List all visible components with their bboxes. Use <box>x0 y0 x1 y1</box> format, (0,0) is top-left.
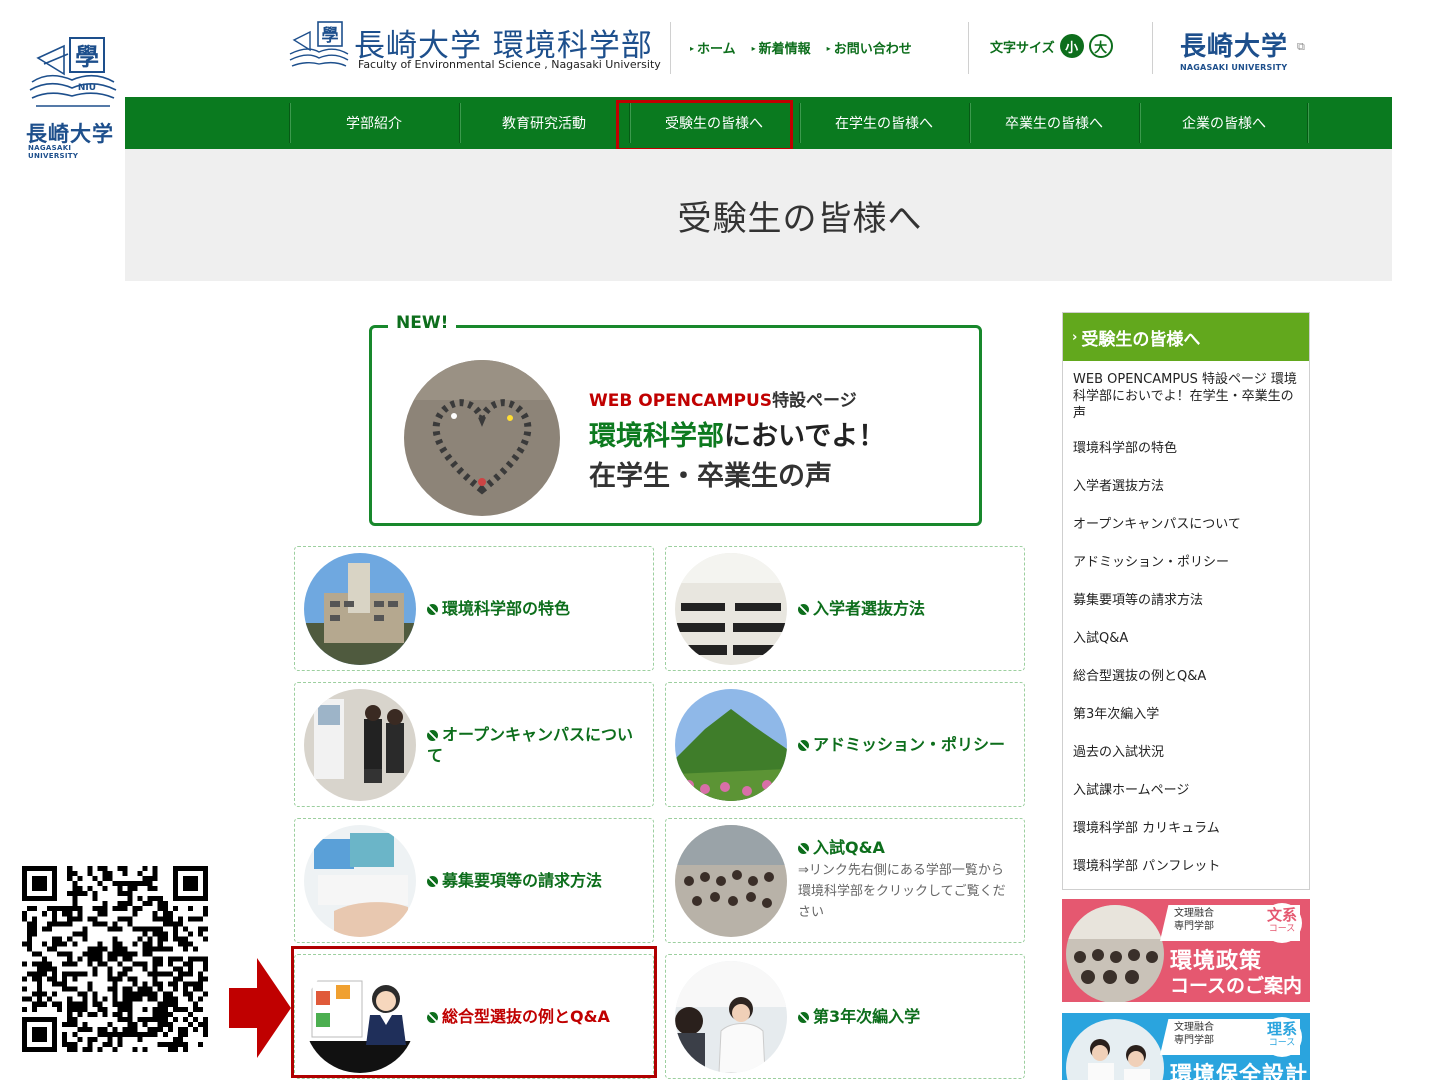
card-label: アドミッション・ポリシー <box>798 734 1005 755</box>
sidebar-item-pamphlet[interactable]: 環境科学部 パンフレット <box>1073 858 1299 875</box>
nagasaki-university-logo[interactable]: 學 NIU 長崎大学 NAGASAKI UNIVERSITY <box>24 34 120 160</box>
card-label: 第3年次編入学 <box>798 1006 920 1027</box>
contact-link[interactable]: お問い合わせ <box>827 38 912 57</box>
sidebar-item-application-request[interactable]: 募集要項等の請求方法 <box>1073 592 1299 609</box>
course-badge: 理系 コース <box>1262 1017 1302 1057</box>
students-heart-photo <box>404 360 560 516</box>
nav-item-companies[interactable]: 企業の皆様へ <box>1139 97 1309 149</box>
card-third-year-transfer[interactable]: 第3年次編入学 <box>665 954 1025 1079</box>
sidebar-item-admissions-office[interactable]: 入試課ホームページ <box>1073 782 1299 799</box>
lecture-hall-photo <box>1066 905 1164 1002</box>
card-admission-policy[interactable]: アドミッション・ポリシー <box>665 682 1025 807</box>
top-links: ホーム 新着情報 お問い合わせ <box>690 38 912 57</box>
card-note: ⇒リンク先右側にある学部一覧から環境科学部をクリックしてご覧ください <box>798 863 1006 920</box>
sidebar-item-open-campus[interactable]: オープンキャンパスについて <box>1073 516 1299 533</box>
nav-divider <box>1307 103 1309 143</box>
open-campus-photo <box>304 689 416 801</box>
card-label: 募集要項等の請求方法 <box>427 870 602 891</box>
researchers-photo <box>1066 1019 1164 1080</box>
font-size-control: 文字サイズ 小 大 <box>990 34 1113 58</box>
font-size-small-button[interactable]: 小 <box>1059 34 1084 58</box>
card-admission-methods[interactable]: 入学者選抜方法 <box>665 546 1025 671</box>
brochure-photo <box>304 825 416 937</box>
new-tag: NEW! <box>388 313 457 333</box>
header-divider <box>968 22 969 74</box>
promo-subtitle: 文理融合 専門学部 <box>1174 1022 1214 1046</box>
university-site-link[interactable]: 長崎大学 NAGASAKI UNIVERSITY ⧉ <box>1180 26 1320 72</box>
card-label: オープンキャンパスについて <box>427 724 645 766</box>
nav-item-research[interactable]: 教育研究活動 <box>459 97 629 149</box>
font-size-label: 文字サイズ <box>990 40 1055 56</box>
sidebar-item-comprehensive-selection[interactable]: 総合型選抜の例とQ&A <box>1073 668 1299 685</box>
card-features[interactable]: 環境科学部の特色 <box>294 546 654 671</box>
svg-text:學: 學 <box>322 26 339 46</box>
promo-subtitle: 文理融合 専門学部 <box>1174 908 1214 932</box>
sidebar-menu: 受験生の皆様へ WEB OPENCAMPUS 特設ページ 環境科学部においでよ！… <box>1062 312 1310 890</box>
environmental-conservation-course-banner[interactable]: 文理融合 専門学部 理系 コース 環境保全設計 <box>1062 1013 1310 1080</box>
news-link[interactable]: 新着情報 <box>752 38 811 57</box>
course-badge: 文系 コース <box>1262 903 1302 943</box>
sidebar-item-exam-qa[interactable]: 入試Q&A <box>1073 630 1299 647</box>
card-highlight-box <box>291 946 657 1078</box>
building-photo <box>304 553 416 665</box>
svg-text:NIU: NIU <box>78 83 96 93</box>
sidebar-item-web-opencampus[interactable]: WEB OPENCAMPUS 特設ページ 環境科学部においでよ！在学生・卒業生の… <box>1073 371 1299 422</box>
nav-highlight-box <box>616 100 793 151</box>
svg-text:學: 學 <box>75 42 99 71</box>
header-divider <box>670 22 671 74</box>
card-exam-qa[interactable]: 入試Q&A ⇒リンク先右側にある学部一覧から環境科学部をクリックしてご覧ください <box>665 818 1025 943</box>
qr-code-icon <box>22 866 208 1052</box>
qr-code <box>22 866 208 1052</box>
card-open-campus[interactable]: オープンキャンパスについて <box>294 682 654 807</box>
card-label: 環境科学部の特色 <box>427 598 570 619</box>
sidebar-item-third-year-transfer[interactable]: 第3年次編入学 <box>1073 706 1299 723</box>
nav-item-graduates[interactable]: 卒業生の皆様へ <box>969 97 1139 149</box>
sidebar-item-admission-policy[interactable]: アドミッション・ポリシー <box>1073 554 1299 571</box>
promo-title: 環境保全設計 <box>1170 1063 1309 1080</box>
students-talking-photo <box>675 961 787 1073</box>
faculty-emblem-icon: 學 <box>289 21 349 67</box>
promo-title-line2: コースのご案内 <box>1170 975 1303 997</box>
external-link-icon: ⧉ <box>1297 40 1305 53</box>
group-photo <box>675 825 787 937</box>
card-label: 入学者選抜方法 <box>798 598 925 619</box>
page-hero: 受験生の皆様へ <box>125 149 1392 281</box>
classroom-photo <box>675 553 787 665</box>
sidebar-item-past-results[interactable]: 過去の入試状況 <box>1073 744 1299 761</box>
pointer-arrow-icon <box>229 958 291 1058</box>
banner-line2: 環境科学部においでよ！ <box>589 421 886 452</box>
mountain-photo <box>675 689 787 801</box>
web-opencampus-banner[interactable]: NEW! WEB OPENCAMPUS特設ページ 環境科学部においでよ！ 在学生… <box>369 313 982 526</box>
font-size-large-button[interactable]: 大 <box>1088 34 1113 58</box>
sidebar-item-curriculum[interactable]: 環境科学部 カリキュラム <box>1073 820 1299 837</box>
page-title: 受験生の皆様へ <box>677 199 923 239</box>
university-emblem-icon: 學 NIU <box>29 37 117 107</box>
faculty-name-en: Faculty of Environmental Science , Nagas… <box>358 58 661 71</box>
university-name-en: NAGASAKI UNIVERSITY <box>28 144 79 160</box>
banner-line3: 在学生・卒業生の声 <box>589 461 832 492</box>
home-link[interactable]: ホーム <box>690 38 736 57</box>
nav-item-faculty-intro[interactable]: 学部紹介 <box>289 97 459 149</box>
sidebar-item-admission-methods[interactable]: 入学者選抜方法 <box>1073 478 1299 495</box>
faculty-logo[interactable]: 學 長崎大学 環境科学部 Faculty of Environmental Sc… <box>288 18 668 78</box>
card-application-request[interactable]: 募集要項等の請求方法 <box>294 818 654 943</box>
university-link-en: NAGASAKI UNIVERSITY <box>1180 63 1288 72</box>
card-label: 入試Q&A <box>798 837 1016 858</box>
banner-line1: WEB OPENCAMPUS特設ページ <box>589 391 857 411</box>
header-divider <box>1152 22 1153 74</box>
environmental-policy-course-banner[interactable]: 文理融合 専門学部 文系 コース 環境政策 コースのご案内 <box>1062 899 1310 1002</box>
sidebar-item-features[interactable]: 環境科学部の特色 <box>1073 440 1299 457</box>
sidebar-title[interactable]: 受験生の皆様へ <box>1063 313 1309 361</box>
nav-item-students[interactable]: 在学生の皆様へ <box>799 97 969 149</box>
